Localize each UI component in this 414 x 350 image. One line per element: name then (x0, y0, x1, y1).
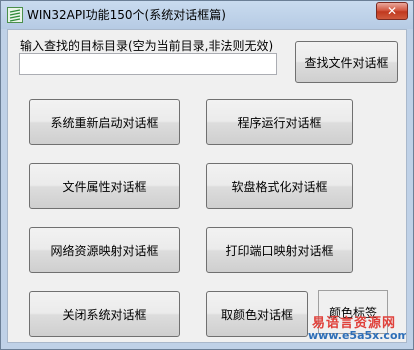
window-title: WIN32API功能150个(系统对话框篇) (27, 8, 226, 22)
close-icon: ✕ (386, 4, 398, 18)
watermark: 易语言资源网 www.e5a5x.com (308, 312, 407, 342)
run-dialog-button[interactable]: 程序运行对话框 (206, 99, 353, 145)
directory-input[interactable] (19, 53, 277, 75)
shutdown-dialog-button[interactable]: 关闭系统对话框 (29, 291, 180, 337)
title-bar[interactable]: WIN32API功能150个(系统对话框篇) ✕ (1, 1, 413, 29)
find-file-dialog-button[interactable]: 查找文件对话框 (295, 41, 398, 83)
printer-port-map-dialog-button[interactable]: 打印端口映射对话框 (206, 227, 353, 273)
dialog-client-area: 输入查找的目标目录(空为当前目录,非法则无效) 查找文件对话框 系统重新启动对话… (7, 29, 407, 343)
file-properties-dialog-button[interactable]: 文件属性对话框 (29, 163, 180, 209)
watermark-url: www.e5a5x.com (308, 329, 407, 342)
restart-dialog-button[interactable]: 系统重新启动对话框 (29, 99, 180, 145)
color-dialog-button[interactable]: 取颜色对话框 (206, 291, 308, 337)
format-dialog-button[interactable]: 软盘格式化对话框 (206, 163, 353, 209)
close-button[interactable]: ✕ (376, 2, 408, 20)
directory-caption: 输入查找的目标目录(空为当前目录,非法则无效) (20, 39, 274, 53)
app-icon (7, 7, 23, 23)
network-map-dialog-button[interactable]: 网络资源映射对话框 (29, 227, 180, 273)
main-window: WIN32API功能150个(系统对话框篇) ✕ 输入查找的目标目录(空为当前目… (0, 0, 414, 350)
